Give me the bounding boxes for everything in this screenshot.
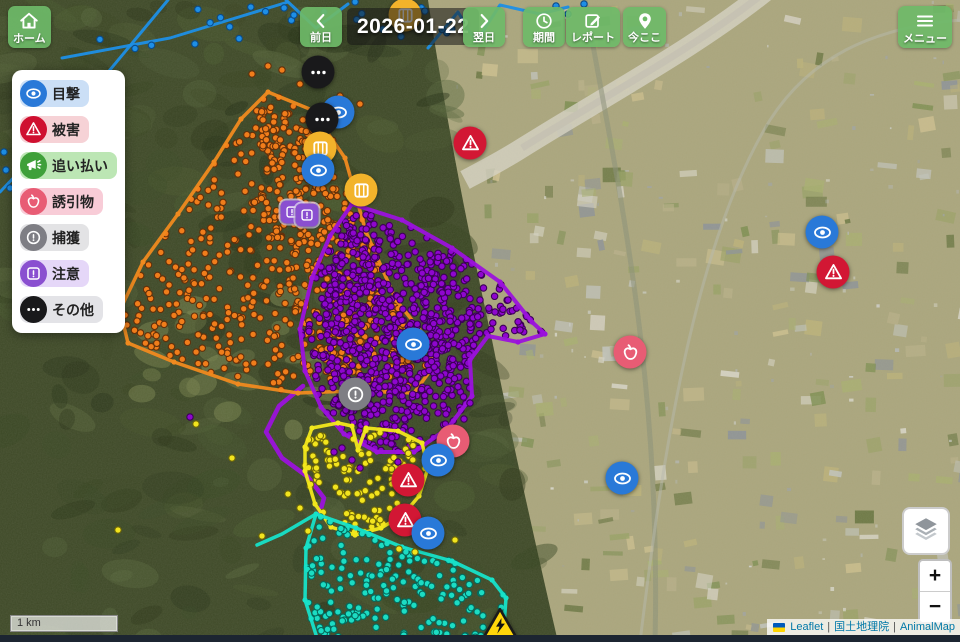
next-day-button[interactable]: 翌日	[463, 7, 505, 47]
scale-bar: 1 km	[10, 615, 118, 632]
warning-icon	[20, 116, 47, 143]
capture-icon	[344, 383, 366, 405]
period-label: 期間	[533, 32, 555, 44]
gsi-link[interactable]: 国土地理院	[834, 619, 889, 635]
attribution: Leaflet | 国土地理院 | AnimalMap	[767, 619, 960, 635]
caution-icon	[299, 207, 316, 224]
legend-item-drive-away[interactable]: 追い払い	[20, 152, 117, 179]
attribution-separator: |	[892, 619, 897, 635]
marker-sighting[interactable]	[606, 462, 639, 495]
marker-sighting[interactable]	[422, 444, 455, 477]
trap-icon	[350, 179, 372, 201]
pin-icon	[635, 11, 655, 31]
marker-damage[interactable]	[392, 464, 425, 497]
report-label: レポート	[571, 32, 615, 44]
legend-item-attractant[interactable]: 誘引物	[20, 188, 103, 215]
legend-item-label: その他	[52, 300, 94, 320]
home-button-label: ホーム	[13, 33, 46, 45]
eye-icon	[307, 159, 329, 181]
zoom-control: + −	[918, 559, 952, 624]
home-button[interactable]: ホーム	[8, 6, 51, 48]
purple-trail-track[interactable]	[266, 386, 324, 516]
eye-icon	[611, 467, 633, 489]
zoom-out-button[interactable]: −	[920, 592, 950, 622]
chevron-right-icon	[474, 11, 494, 31]
chevron-left-icon	[311, 11, 331, 31]
legend-item-damage[interactable]: 被害	[20, 116, 89, 143]
legend-item-label: 捕獲	[52, 228, 80, 248]
marker-attractant[interactable]	[614, 336, 647, 369]
report-icon	[583, 11, 603, 31]
legend-item-label: 注意	[52, 264, 80, 284]
here-now-label: 今ここ	[628, 32, 661, 44]
next-day-label: 翌日	[473, 32, 495, 44]
legend-item-sighting[interactable]: 目撃	[20, 80, 89, 107]
warning-icon	[822, 261, 844, 283]
layers-icon	[912, 515, 940, 548]
legend-panel: 目撃 被害 追い払い 誘引物 捕獲 注意 その他	[12, 70, 125, 333]
current-date: 2026-01-22	[347, 8, 479, 45]
marker-damage[interactable]	[817, 256, 850, 289]
dots-icon	[307, 61, 329, 83]
marker-sighting[interactable]	[302, 154, 335, 187]
marker-sighting[interactable]	[806, 216, 839, 249]
window-bottom-edge	[0, 635, 960, 642]
marker-other[interactable]	[306, 103, 339, 136]
warning-icon	[459, 132, 481, 154]
marker-sighting[interactable]	[397, 328, 430, 361]
menu-icon	[914, 10, 936, 32]
marker-damage[interactable]	[454, 127, 487, 160]
marker-sighting[interactable]	[412, 517, 445, 550]
legend-item-label: 誘引物	[52, 192, 94, 212]
animalmap-app: ホーム 前日 2026-01-22 翌日 期間 レポート 今ここ	[0, 0, 960, 642]
legend-item-caution[interactable]: 注意	[20, 260, 89, 287]
marker-caution[interactable]	[296, 204, 319, 227]
eye-icon	[20, 80, 47, 107]
zoom-in-button[interactable]: +	[920, 561, 950, 592]
here-now-button[interactable]: 今ここ	[623, 7, 666, 47]
prev-day-button[interactable]: 前日	[300, 7, 342, 47]
apple-icon	[619, 341, 641, 363]
apple-icon	[20, 188, 47, 215]
legend-item-label: 目撃	[52, 84, 80, 104]
prev-day-label: 前日	[310, 32, 332, 44]
animalmap-link[interactable]: AnimalMap	[900, 619, 955, 635]
warning-icon	[397, 469, 419, 491]
report-button[interactable]: レポート	[566, 7, 620, 47]
menu-button[interactable]: メニュー	[898, 6, 952, 48]
caution-icon	[20, 260, 47, 287]
megaphone-icon	[20, 152, 47, 179]
legend-item-label: 被害	[52, 120, 80, 140]
marker-other[interactable]	[302, 56, 335, 89]
home-icon	[18, 10, 40, 32]
capture-icon	[20, 224, 47, 251]
blue-track-b-track[interactable]	[62, 2, 288, 58]
layers-control-button[interactable]	[902, 507, 950, 555]
legend-item-other[interactable]: その他	[20, 296, 103, 323]
observation-overlay	[0, 0, 960, 642]
eye-icon	[417, 522, 439, 544]
leaflet-link[interactable]: Leaflet	[790, 619, 823, 635]
attribution-separator: |	[826, 619, 831, 635]
clock-icon	[534, 11, 554, 31]
ukraine-flag-icon	[773, 623, 785, 632]
legend-item-label: 追い払い	[52, 156, 108, 176]
legend-item-capture[interactable]: 捕獲	[20, 224, 89, 251]
eye-icon	[811, 221, 833, 243]
marker-trap[interactable]	[345, 174, 378, 207]
period-button[interactable]: 期間	[523, 7, 565, 47]
dots-icon	[311, 108, 333, 130]
dots-icon	[20, 296, 47, 323]
eye-icon	[402, 333, 424, 355]
eye-icon	[427, 449, 449, 471]
menu-button-label: メニュー	[903, 33, 947, 45]
marker-capture[interactable]	[339, 378, 372, 411]
